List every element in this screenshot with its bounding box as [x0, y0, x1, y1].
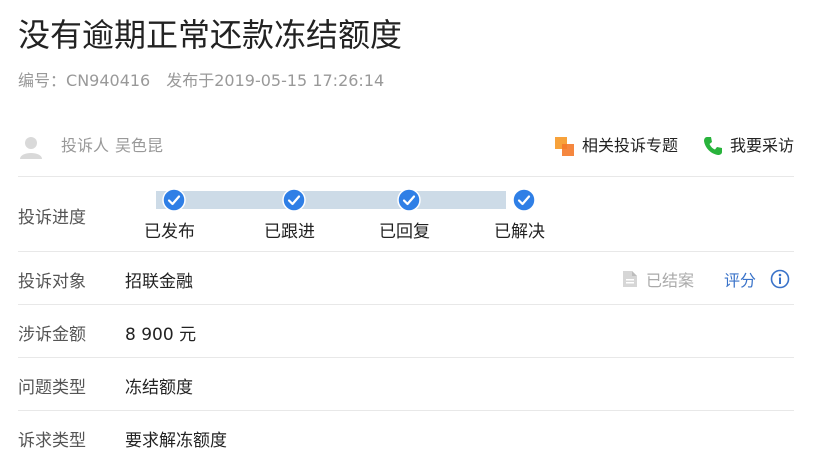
complaint-meta: 编号：CN940416 发布于2019-05-15 17:26:14 [18, 71, 384, 91]
published-time: 2019-05-15 17:26:14 [214, 71, 385, 90]
progress-track [156, 191, 506, 209]
demand-type-value: 要求解冻额度 [125, 431, 227, 451]
author-info: 投诉人 吴色昆 [61, 136, 163, 156]
step-check-icon [282, 188, 306, 212]
step-label-replied: 已回复 [379, 222, 430, 242]
progress-row: 投诉进度 已发布 已跟进 已回复 已解决 [18, 176, 794, 252]
related-topic-button[interactable]: 相关投诉专题 [554, 135, 678, 157]
target-row: 投诉对象 招联金融 已结案 评分 [18, 251, 794, 305]
step-label-resolved: 已解决 [494, 222, 545, 242]
step-check-icon [397, 188, 421, 212]
case-status-text: 已结案 [645, 271, 694, 290]
issue-type-value: 冻结额度 [125, 378, 193, 398]
topic-icon [554, 137, 574, 156]
step-label-followed: 已跟进 [264, 222, 315, 242]
published-label: 发布于 [166, 71, 215, 90]
author-label: 投诉人 [61, 136, 110, 155]
amount-row: 涉诉金额 8 900 元 [18, 304, 794, 358]
target-status-group: 已结案 评分 [622, 267, 790, 291]
serial-number: CN940416 [66, 71, 151, 90]
rate-button[interactable]: 评分 [724, 267, 756, 291]
amount-label: 涉诉金额 [18, 325, 86, 345]
avatar-icon [20, 137, 42, 159]
demand-type-label: 诉求类型 [18, 431, 86, 451]
progress-label: 投诉进度 [18, 208, 86, 228]
author-row: 投诉人 吴色昆 相关投诉专题 我要采访 [18, 128, 794, 164]
document-icon [622, 271, 637, 287]
progress-steps: 已发布 已跟进 已回复 已解决 [144, 177, 564, 247]
demand-type-row: 诉求类型 要求解冻额度 [18, 410, 794, 457]
step-check-icon [162, 188, 186, 212]
issue-type-label: 问题类型 [18, 378, 86, 398]
interview-label: 我要采访 [729, 136, 794, 155]
issue-type-row: 问题类型 冻结额度 [18, 357, 794, 411]
related-topic-label: 相关投诉专题 [581, 136, 678, 155]
case-status: 已结案 [622, 267, 694, 291]
author-name: 吴色昆 [115, 136, 164, 155]
phone-icon [703, 137, 722, 155]
step-label-published: 已发布 [144, 222, 195, 242]
target-company-link[interactable]: 招联金融 [125, 267, 193, 292]
step-check-icon [512, 188, 536, 212]
page-title: 没有逾期正常还款冻结额度 [18, 16, 403, 54]
interview-button[interactable]: 我要采访 [702, 135, 794, 157]
amount-value: 8 900 元 [125, 325, 197, 345]
serial-label: 编号： [18, 71, 67, 90]
info-icon[interactable] [770, 269, 790, 289]
action-links: 相关投诉专题 我要采访 [554, 135, 794, 157]
target-label: 投诉对象 [18, 272, 86, 292]
